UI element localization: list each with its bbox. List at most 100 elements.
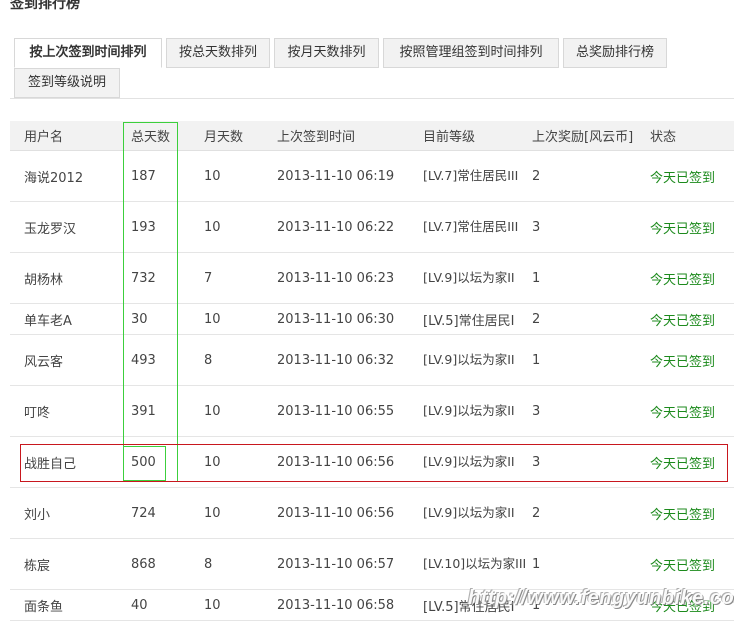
status-signed: 今天已签到 — [650, 405, 716, 421]
table-row: 海说2012 187 10 2013-11-10 06:19 [LV.7]常住居… — [10, 151, 734, 202]
total-days: 391 — [131, 403, 156, 419]
table-row: 玉龙罗汉 193 10 2013-11-10 06:22 [LV.7]常住居民I… — [10, 202, 734, 253]
username-link[interactable]: 叮咚 — [24, 386, 50, 436]
username-link[interactable]: 单车老A — [24, 304, 72, 334]
month-days: 10 — [204, 454, 221, 470]
level-text: [LV.9]以坛为家II — [423, 352, 515, 367]
last-reward: 2 — [532, 505, 541, 521]
status-signed: 今天已签到 — [650, 221, 716, 237]
level-text: [LV.7]常住居民III — [423, 168, 519, 183]
total-days: 493 — [131, 352, 156, 368]
month-days: 10 — [204, 168, 221, 184]
status-signed: 今天已签到 — [650, 170, 716, 186]
total-days: 868 — [131, 556, 156, 572]
table-row: 风云客 493 8 2013-11-10 06:32 [LV.9]以坛为家II … — [10, 335, 734, 386]
level: [LV.7]常住居民III — [423, 202, 533, 252]
table-row: 叮咚 391 10 2013-11-10 06:55 [LV.9]以坛为家II … — [10, 386, 734, 437]
last-signin-time: 2013-11-10 06:56 — [277, 454, 395, 470]
month-days: 10 — [204, 505, 221, 521]
header-last-signin-time[interactable]: 上次签到时间 — [277, 121, 355, 150]
username-link[interactable]: 刘小 — [24, 488, 50, 538]
username-link[interactable]: 战胜自己 — [24, 437, 76, 487]
last-signin-time: 2013-11-10 06:58 — [277, 597, 395, 613]
status-signed: 今天已签到 — [650, 354, 716, 370]
last-reward: 1 — [532, 270, 541, 286]
last-signin-time: 2013-11-10 06:57 — [277, 556, 395, 572]
level: [LV.7]常住居民III — [423, 151, 533, 201]
month-days: 7 — [204, 270, 213, 286]
level: [LV.9]以坛为家II — [423, 253, 533, 303]
status-signed: 今天已签到 — [650, 599, 716, 615]
last-reward: 3 — [532, 219, 541, 235]
last-reward: 2 — [532, 168, 541, 184]
last-signin-time: 2013-11-10 06:32 — [277, 352, 395, 368]
last-reward: 3 — [532, 454, 541, 470]
level-text: [LV.9]以坛为家II — [423, 270, 515, 285]
month-days: 8 — [204, 352, 213, 368]
status-signed: 今天已签到 — [650, 313, 716, 329]
header-username[interactable]: 用户名 — [24, 121, 63, 150]
table-row: 栋宸 868 8 2013-11-10 06:57 [LV.10]以坛为家III… — [10, 539, 734, 590]
last-reward: 1 — [532, 597, 541, 613]
total-days: 500 — [131, 454, 156, 470]
tab-level-description[interactable]: 签到等级说明 — [14, 68, 120, 98]
table-header: 用户名 总天数 月天数 上次签到时间 目前等级 上次奖励[风云币] 状态 — [10, 121, 734, 151]
header-level[interactable]: 目前等级 — [423, 121, 475, 150]
month-days: 10 — [204, 403, 221, 419]
total-days: 187 — [131, 168, 156, 184]
level-text: [LV.9]以坛为家II — [423, 403, 515, 418]
total-days: 732 — [131, 270, 156, 286]
status-signed: 今天已签到 — [650, 272, 716, 288]
last-signin-time: 2013-11-10 06:22 — [277, 219, 395, 235]
last-signin-time: 2013-11-10 06:30 — [277, 311, 395, 327]
username-link[interactable]: 风云客 — [24, 335, 63, 385]
status-signed: 今天已签到 — [650, 507, 716, 523]
month-days: 10 — [204, 597, 221, 613]
tab-sort-by-month-days[interactable]: 按月天数排列 — [274, 38, 379, 68]
month-days: 10 — [204, 311, 221, 327]
status-signed: 今天已签到 — [650, 456, 716, 472]
last-reward: 2 — [532, 311, 541, 327]
level-text: [LV.9]以坛为家II — [423, 505, 515, 520]
last-reward: 1 — [532, 352, 541, 368]
tab-reward-ranking[interactable]: 总奖励排行榜 — [563, 38, 667, 68]
level: [LV.9]以坛为家II — [423, 335, 533, 385]
total-days: 40 — [131, 597, 148, 613]
table-row-highlighted: 战胜自己 500 10 2013-11-10 06:56 [LV.9]以坛为家I… — [10, 437, 734, 488]
total-days: 724 — [131, 505, 156, 521]
table-row: 刘小 724 10 2013-11-10 06:56 [LV.9]以坛为家II … — [10, 488, 734, 539]
username-link[interactable]: 胡杨林 — [24, 253, 63, 303]
tab-divider — [10, 98, 734, 99]
level: [LV.9]以坛为家II — [423, 488, 533, 538]
table-row: 胡杨林 732 7 2013-11-10 06:23 [LV.9]以坛为家II … — [10, 253, 734, 304]
table-row: 单车老A 30 10 2013-11-10 06:30 [LV.5]常住居民I … — [10, 304, 734, 335]
level-text: [LV.10]以坛为家III — [423, 556, 527, 571]
status-signed: 今天已签到 — [650, 558, 716, 574]
level: [LV.9]以坛为家II — [423, 386, 533, 436]
username-link[interactable]: 栋宸 — [24, 539, 50, 589]
total-days: 30 — [131, 311, 148, 327]
tab-sort-by-last-signin[interactable]: 按上次签到时间排列 — [14, 38, 162, 68]
level: [LV.9]以坛为家II — [423, 437, 533, 487]
last-signin-time: 2013-11-10 06:56 — [277, 505, 395, 521]
username-link[interactable]: 海说2012 — [24, 151, 83, 201]
last-reward: 3 — [532, 403, 541, 419]
header-last-reward[interactable]: 上次奖励[风云币] — [532, 121, 633, 150]
level-text: [LV.9]以坛为家II — [423, 454, 515, 469]
header-total-days[interactable]: 总天数 — [131, 121, 170, 150]
last-reward: 1 — [532, 556, 541, 572]
username-link[interactable]: 玉龙罗汉 — [24, 202, 76, 252]
total-days: 193 — [131, 219, 156, 235]
level: [LV.5]常住居民I — [423, 599, 515, 615]
last-signin-time: 2013-11-10 06:23 — [277, 270, 395, 286]
month-days: 10 — [204, 219, 221, 235]
tab-sort-by-admin-signin[interactable]: 按照管理组签到时间排列 — [383, 38, 559, 68]
header-month-days[interactable]: 月天数 — [204, 121, 243, 150]
header-status[interactable]: 状态 — [650, 121, 676, 150]
tab-sort-by-total-days[interactable]: 按总天数排列 — [166, 38, 270, 68]
level-text: [LV.7]常住居民III — [423, 219, 519, 234]
table-row: 面条鱼 40 10 2013-11-10 06:58 [LV.5]常住居民I 1… — [10, 590, 734, 621]
level: [LV.10]以坛为家III — [423, 539, 533, 589]
username-link[interactable]: 面条鱼 — [24, 590, 63, 620]
last-signin-time: 2013-11-10 06:55 — [277, 403, 395, 419]
